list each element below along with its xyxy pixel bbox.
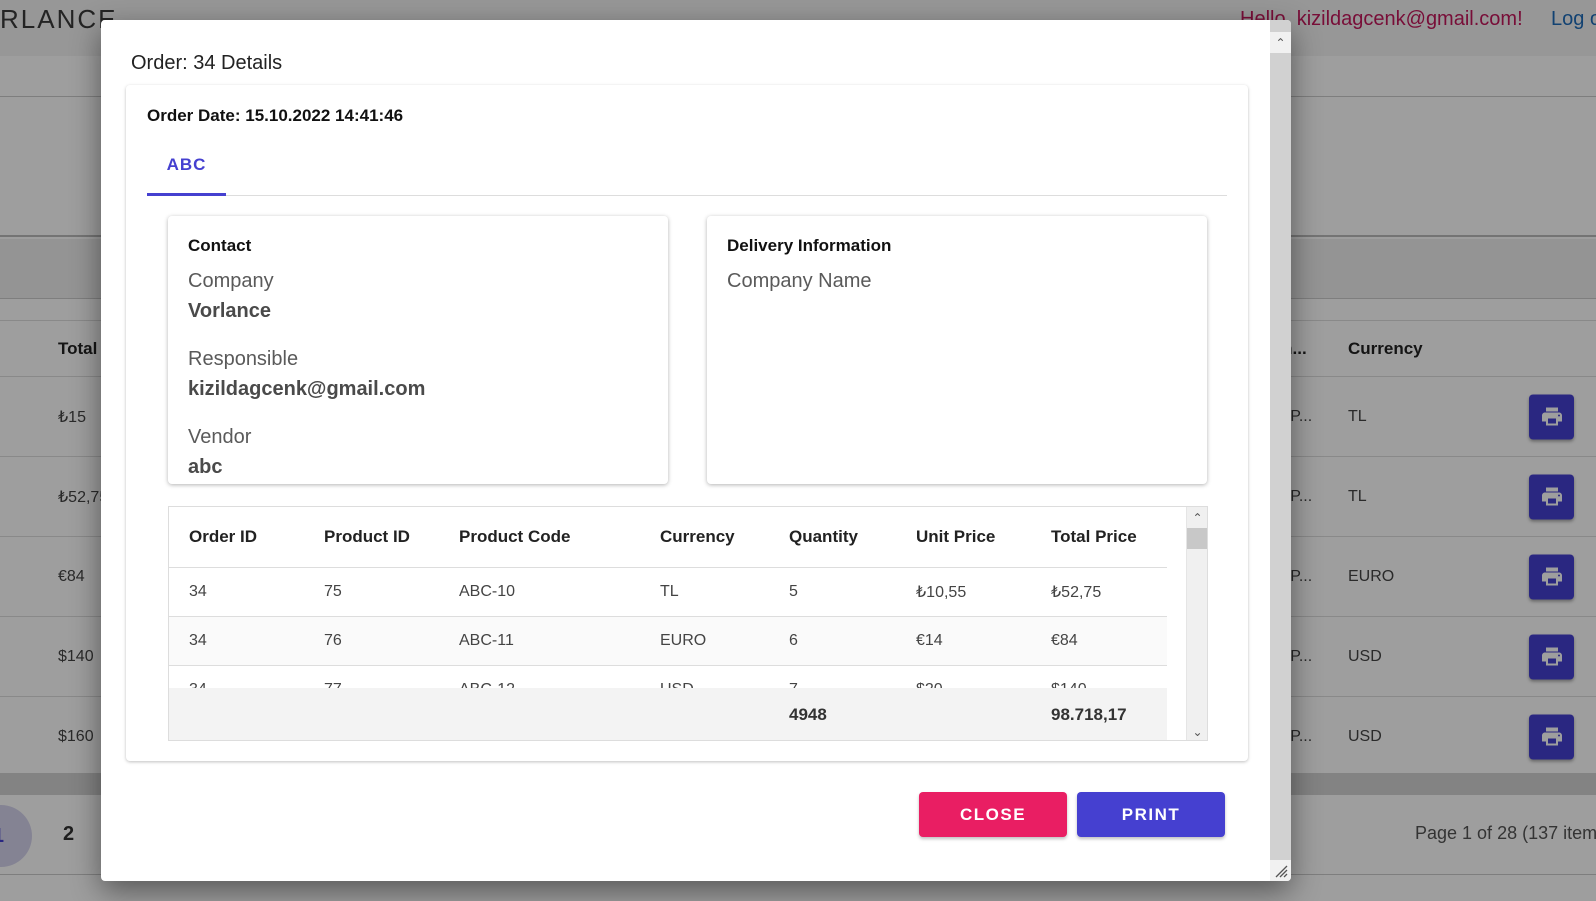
resize-lines	[1275, 865, 1287, 877]
cell-quantity: 5	[789, 583, 798, 600]
order-items-grid: Order ID Product ID Product Code Currenc…	[168, 506, 1208, 741]
cell-product-code: ABC-11	[459, 632, 514, 649]
vendor-value: abc	[188, 456, 223, 478]
grid-row[interactable]: 34 76 ABC-11 EURO 6 €14 €84	[169, 617, 1167, 666]
resize-grip-icon[interactable]	[1270, 860, 1291, 881]
grid-header: Order ID Product ID Product Code Currenc…	[169, 507, 1167, 568]
chevron-down-icon[interactable]: ⌄	[1187, 721, 1207, 740]
order-card: Order Date: 15.10.2022 14:41:46 ABC Cont…	[126, 85, 1248, 761]
cell-currency: EURO	[660, 632, 707, 649]
order-date: Order Date: 15.10.2022 14:41:46	[147, 106, 404, 125]
chevron-up-icon[interactable]: ⌃	[1270, 32, 1291, 53]
cell-product-id: 76	[324, 632, 342, 649]
cell-product-code: ABC-10	[459, 583, 516, 600]
column-header-quantity[interactable]: Quantity	[789, 527, 858, 547]
cell-total-price: €84	[1051, 632, 1078, 649]
delivery-title: Delivery Information	[727, 236, 892, 255]
summary-quantity: 4948	[789, 705, 827, 724]
cell-unit-price: ₺10,55	[916, 584, 967, 601]
cell-quantity: 6	[789, 632, 798, 649]
company-value: Vorlance	[188, 300, 271, 322]
cell-currency: TL	[660, 583, 679, 600]
column-header-product-id[interactable]: Product ID	[324, 527, 410, 547]
responsible-value: kizildagcenk@gmail.com	[188, 378, 426, 400]
print-button[interactable]: PRINT	[1077, 792, 1225, 837]
tab-abc[interactable]: ABC	[147, 137, 226, 196]
scrollbar-thumb[interactable]	[1187, 528, 1207, 549]
company-label: Company	[188, 270, 274, 292]
column-header-order-id[interactable]: Order ID	[189, 527, 257, 547]
column-header-currency[interactable]: Currency	[660, 527, 735, 547]
company-name-label: Company Name	[727, 270, 872, 292]
dialog-vertical-scrollbar[interactable]: ⌃	[1270, 20, 1291, 881]
contact-card: Contact Company Vorlance Responsible kiz…	[168, 216, 668, 484]
grid-vertical-scrollbar[interactable]: ⌃ ⌄	[1186, 507, 1207, 740]
close-button[interactable]: CLOSE	[919, 792, 1067, 837]
chevron-up-icon[interactable]: ⌃	[1187, 507, 1207, 528]
cell-total-price: ₺52,75	[1051, 584, 1102, 601]
grid-row[interactable]: 34 75 ABC-10 TL 5 ₺10,55 ₺52,75	[169, 568, 1167, 617]
responsible-label: Responsible	[188, 348, 299, 370]
column-header-unit-price[interactable]: Unit Price	[916, 527, 995, 547]
tab-bar: ABC	[147, 137, 1227, 196]
cell-order-id: 34	[189, 632, 207, 649]
cell-unit-price: €14	[916, 632, 943, 649]
column-header-product-code[interactable]: Product Code	[459, 527, 570, 547]
cell-order-id: 34	[189, 583, 207, 600]
summary-total-price: 98.718,17	[1051, 705, 1127, 724]
order-details-dialog: Order: 34 Details Order Date: 15.10.2022…	[101, 20, 1291, 881]
vendor-label: Vendor	[188, 426, 252, 448]
dialog-title: Order: 34 Details	[131, 52, 283, 74]
cell-product-id: 75	[324, 583, 342, 600]
column-header-total-price[interactable]: Total Price	[1051, 527, 1137, 547]
contact-title: Contact	[188, 236, 252, 255]
delivery-card: Delivery Information Company Name	[707, 216, 1207, 484]
grid-summary-row: 4948 98.718,17	[169, 688, 1167, 740]
